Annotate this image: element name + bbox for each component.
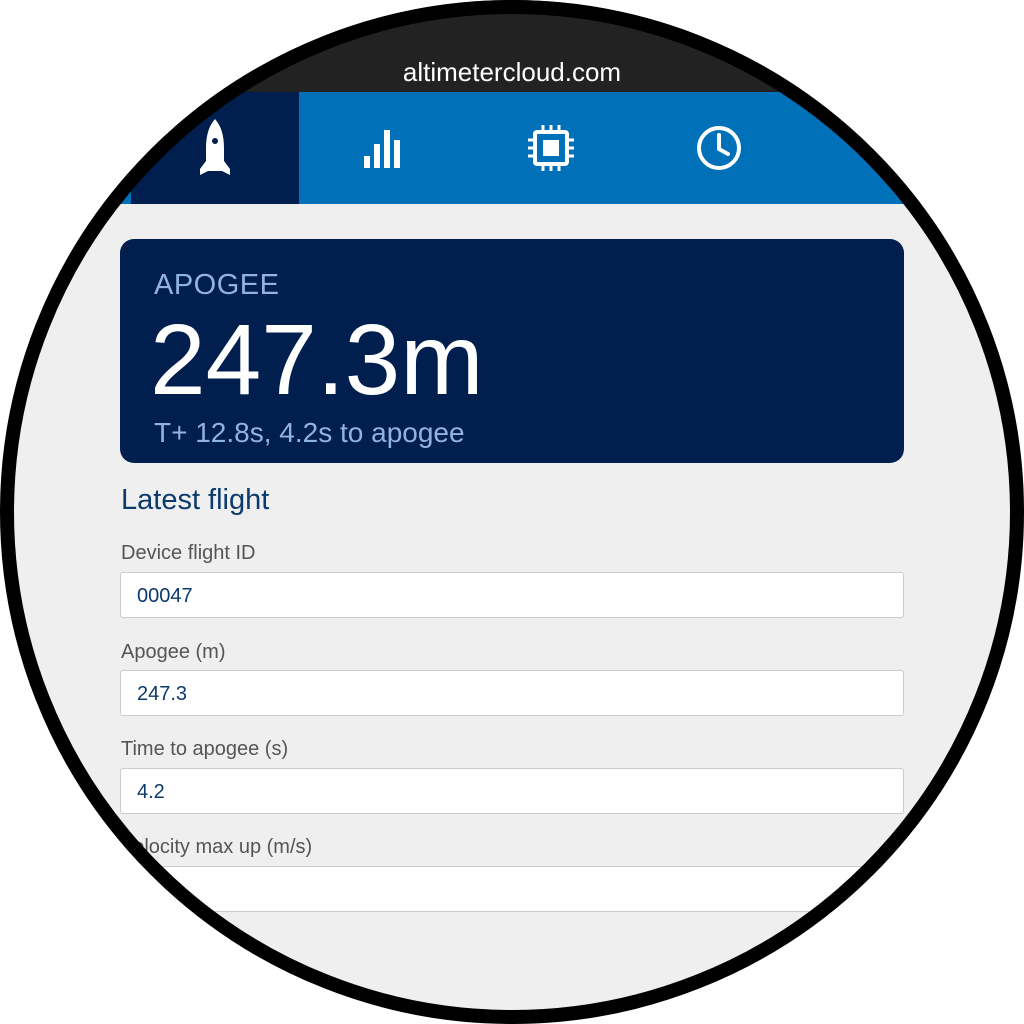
url-text: altimetercloud.com <box>402 57 622 87</box>
watch-screen: altimetercloud.com APOGEE 247.3m T+ 12.8… <box>0 0 1024 1024</box>
tab-device[interactable] <box>467 92 635 204</box>
tab-stats[interactable] <box>299 92 467 204</box>
apogee-value: 247.3m <box>150 304 484 416</box>
time-to-apogee-field[interactable]: 4.2 <box>120 768 904 814</box>
latest-flight-title: Latest flight <box>121 484 270 516</box>
tab-history[interactable] <box>635 92 803 204</box>
apogee-card: APOGEE 247.3m T+ 12.8s, 4.2s to apogee <box>120 239 904 463</box>
tab-bar <box>0 92 1024 204</box>
apogee-field-label: Apogee (m) <box>121 641 226 663</box>
apogee-label: APOGEE <box>154 269 280 301</box>
chip-icon <box>528 125 574 171</box>
device-flight-id-label: Device flight ID <box>121 542 256 564</box>
device-flight-id-field[interactable]: 00047 <box>120 572 904 618</box>
apogee-subtitle: T+ 12.8s, 4.2s to apogee <box>154 417 465 448</box>
browser-url-bar[interactable]: altimetercloud.com <box>0 0 1024 92</box>
rocket-icon <box>200 119 230 175</box>
velocity-max-up-label: Velocity max up (m/s) <box>121 836 313 858</box>
time-to-apogee-label: Time to apogee (s) <box>121 738 289 760</box>
velocity-max-up-field[interactable]: …4 <box>120 866 904 912</box>
apogee-field[interactable]: 247.3 <box>120 670 904 716</box>
tab-flight[interactable] <box>131 92 299 204</box>
clock-icon <box>697 126 741 170</box>
bar-chart-icon <box>364 130 400 168</box>
